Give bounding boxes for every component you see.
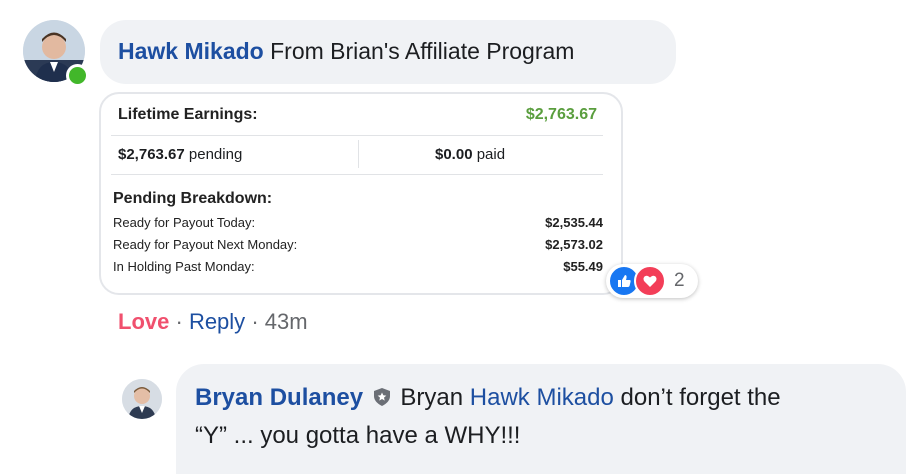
shield-badge-icon — [372, 386, 392, 414]
reply-bubble: Bryan Dulaney Bryan Hawk Mikado don’t fo… — [176, 364, 906, 474]
online-status-indicator — [66, 64, 89, 87]
reply-text-start: Bryan — [400, 384, 464, 411]
lifetime-earnings-label: Lifetime Earnings: — [118, 106, 258, 123]
divider — [111, 135, 603, 136]
reaction-count: 2 — [674, 270, 685, 291]
reply-line-1: Bryan Dulaney Bryan Hawk Mikado don’t fo… — [195, 384, 781, 414]
comment-timestamp[interactable]: 43m — [265, 309, 308, 334]
breakdown-value: $2,573.02 — [545, 237, 603, 252]
breakdown-label: Ready for Payout Next Monday: — [113, 237, 298, 252]
comment-text: Hawk Mikado From Brian's Affiliate Progr… — [118, 38, 574, 65]
column-divider — [358, 140, 359, 168]
paid-summary: $0.00 paid — [435, 146, 505, 163]
pending-breakdown-title: Pending Breakdown: — [113, 190, 273, 207]
separator-dot: · — [175, 309, 183, 334]
pending-word: pending — [188, 146, 243, 163]
reply-text-end: don’t forget the — [620, 384, 781, 411]
comment-author[interactable]: Hawk Mikado — [118, 38, 264, 64]
heart-icon — [634, 265, 666, 297]
reply-author[interactable]: Bryan Dulaney — [195, 384, 363, 411]
breakdown-value: $2,535.44 — [545, 215, 603, 230]
breakdown-label: Ready for Payout Today: — [113, 215, 256, 230]
earnings-screenshot-image[interactable]: Lifetime Earnings: $2,763.67 $2,763.67 p… — [99, 92, 623, 295]
reactions-summary[interactable]: 2 — [606, 264, 698, 298]
separator-dot: · — [251, 309, 259, 334]
love-action[interactable]: Love — [118, 309, 169, 334]
paid-amount: $0.00 — [435, 146, 473, 163]
mention-link[interactable]: Hawk Mikado — [470, 384, 614, 411]
pending-summary: $2,763.67 pending — [118, 146, 242, 163]
lifetime-earnings-value: $2,763.67 — [525, 106, 597, 123]
paid-word: paid — [476, 146, 506, 163]
divider — [111, 174, 603, 175]
comment-bubble: Hawk Mikado From Brian's Affiliate Progr… — [100, 20, 676, 84]
pending-amount: $2,763.67 — [118, 146, 185, 163]
reply-line-2: “Y” ... you gotta have a WHY!!! — [195, 422, 521, 449]
comment-body: From Brian's Affiliate Program — [270, 38, 575, 64]
reply-action[interactable]: Reply — [189, 309, 245, 334]
bryan-dulaney-avatar[interactable] — [122, 379, 162, 419]
breakdown-label: In Holding Past Monday: — [113, 259, 255, 274]
breakdown-value: $55.49 — [563, 259, 603, 274]
comment-actions: Love · Reply · 43m — [118, 309, 308, 335]
